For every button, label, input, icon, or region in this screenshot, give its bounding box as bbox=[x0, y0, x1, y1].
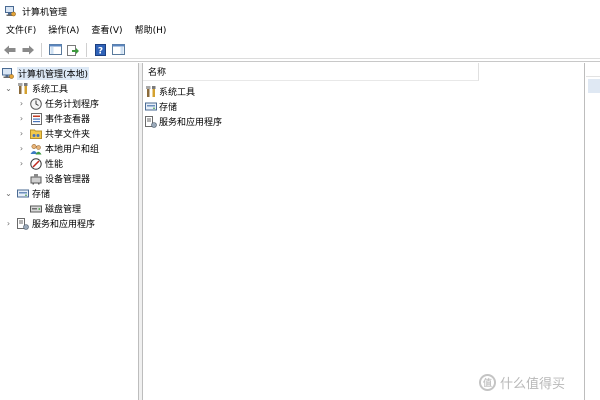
tree-item-label: 计算机管理(本地) bbox=[17, 67, 90, 80]
watermark-logo-icon: 值 bbox=[479, 374, 496, 391]
forward-icon[interactable] bbox=[20, 42, 36, 58]
disk-icon bbox=[30, 203, 42, 215]
help-icon[interactable]: ? bbox=[92, 42, 108, 58]
watermark: 值 什么值得买 bbox=[479, 373, 565, 392]
tree-item-label: 性能 bbox=[45, 160, 64, 170]
svg-text:?: ? bbox=[97, 46, 102, 56]
toolbar: ? bbox=[0, 41, 600, 59]
chevron-down-icon[interactable]: ⌄ bbox=[4, 189, 13, 198]
tree-item-device-manager[interactable]: 设备管理器 bbox=[30, 171, 90, 186]
chevron-right-icon[interactable]: › bbox=[17, 159, 26, 168]
shared-folder-icon bbox=[30, 128, 42, 140]
tree-item-local-users[interactable]: › 本地用户和组 bbox=[17, 141, 99, 156]
tree-item-performance[interactable]: › 性能 bbox=[17, 156, 63, 171]
main-content: 计算机管理(本地) ⌄ 系统工具 › 任务计划程序 › 事件查看器 › 共享文件… bbox=[0, 61, 600, 400]
list-item-label: 系统工具 bbox=[159, 88, 196, 98]
list-item-label: 存储 bbox=[159, 103, 178, 113]
chevron-right-icon[interactable]: › bbox=[17, 99, 26, 108]
tree-item-root[interactable]: 计算机管理(本地) bbox=[2, 66, 90, 81]
window-title: 计算机管理 bbox=[22, 7, 68, 18]
menu-file[interactable]: 文件(F) bbox=[0, 24, 42, 39]
tree-item-label: 系统工具 bbox=[32, 85, 69, 95]
tree-item-disk-management[interactable]: 磁盘管理 bbox=[30, 201, 81, 216]
tree-item-storage[interactable]: ⌄ 存储 bbox=[4, 186, 50, 201]
tools-icon bbox=[17, 82, 29, 95]
show-hide-tree-icon[interactable] bbox=[47, 42, 63, 58]
actions-pane-item[interactable] bbox=[588, 79, 600, 93]
results-list: 名称 系统工具 存储 服务和应用程序 bbox=[143, 63, 585, 400]
tree-item-event-viewer[interactable]: › 事件查看器 bbox=[17, 111, 90, 126]
actions-pane bbox=[586, 63, 600, 400]
computer-management-icon bbox=[5, 5, 16, 17]
clock-icon bbox=[30, 97, 42, 110]
list-item-label: 服务和应用程序 bbox=[159, 118, 223, 128]
services-icon bbox=[145, 115, 157, 128]
console-tree: 计算机管理(本地) ⌄ 系统工具 › 任务计划程序 › 事件查看器 › 共享文件… bbox=[0, 63, 139, 400]
chevron-right-icon[interactable]: › bbox=[4, 219, 13, 228]
column-header-name[interactable]: 名称 bbox=[143, 63, 479, 81]
tree-item-label: 服务和应用程序 bbox=[32, 220, 96, 230]
computer-management-icon bbox=[2, 68, 14, 80]
tree-item-label: 设备管理器 bbox=[45, 175, 91, 185]
chevron-right-icon[interactable]: › bbox=[17, 144, 26, 153]
tools-icon bbox=[145, 85, 157, 98]
storage-icon bbox=[17, 188, 29, 200]
actions-pane-header bbox=[586, 63, 600, 77]
list-item[interactable]: 存储 bbox=[145, 99, 177, 114]
tree-item-label: 磁盘管理 bbox=[45, 205, 82, 215]
toolbar-separator bbox=[86, 42, 87, 57]
chevron-down-icon[interactable]: ⌄ bbox=[4, 84, 13, 93]
device-icon bbox=[30, 173, 42, 185]
show-action-pane-icon[interactable] bbox=[110, 42, 126, 58]
tree-item-label: 本地用户和组 bbox=[45, 145, 100, 155]
tree-item-task-scheduler[interactable]: › 任务计划程序 bbox=[17, 96, 99, 111]
menu-action[interactable]: 操作(A) bbox=[42, 24, 85, 39]
watermark-text: 什么值得买 bbox=[500, 377, 566, 392]
tree-item-label: 事件查看器 bbox=[45, 115, 91, 125]
tree-item-label: 存储 bbox=[32, 190, 51, 200]
menu-bar: 文件(F) 操作(A) 查看(V) 帮助(H) bbox=[0, 24, 600, 39]
export-list-icon[interactable] bbox=[65, 42, 81, 58]
tree-item-label: 任务计划程序 bbox=[45, 100, 100, 110]
tree-item-label: 共享文件夹 bbox=[45, 130, 91, 140]
chevron-right-icon[interactable]: › bbox=[17, 129, 26, 138]
tree-item-shared-folders[interactable]: › 共享文件夹 bbox=[17, 126, 90, 141]
performance-icon bbox=[30, 157, 42, 170]
users-icon bbox=[30, 143, 42, 155]
tree-item-system-tools[interactable]: ⌄ 系统工具 bbox=[4, 81, 68, 96]
menu-help[interactable]: 帮助(H) bbox=[129, 24, 173, 39]
storage-icon bbox=[145, 101, 157, 113]
title-bar: 计算机管理 bbox=[0, 0, 600, 22]
back-icon[interactable] bbox=[2, 42, 18, 58]
tree-item-services-apps[interactable]: › 服务和应用程序 bbox=[4, 216, 95, 231]
event-log-icon bbox=[30, 112, 42, 125]
list-item[interactable]: 系统工具 bbox=[145, 84, 195, 99]
menu-view[interactable]: 查看(V) bbox=[85, 24, 128, 39]
services-icon bbox=[17, 217, 29, 230]
list-item[interactable]: 服务和应用程序 bbox=[145, 114, 222, 129]
chevron-right-icon[interactable]: › bbox=[17, 114, 26, 123]
column-header-label: 名称 bbox=[148, 68, 167, 78]
toolbar-separator bbox=[41, 42, 42, 57]
